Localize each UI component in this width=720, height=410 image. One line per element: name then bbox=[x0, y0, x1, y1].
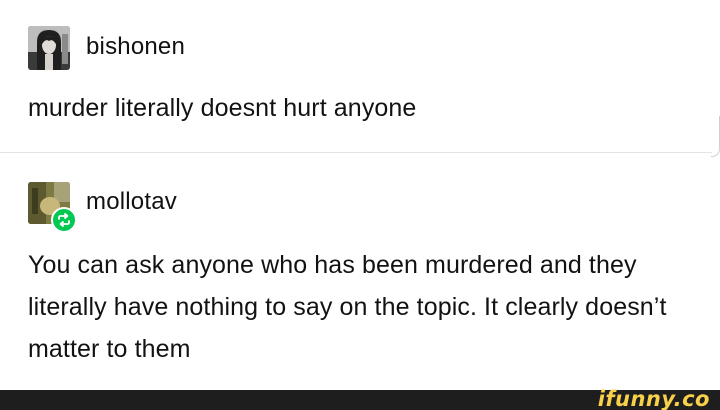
post-original: bishonen murder literally doesnt hurt an… bbox=[0, 0, 720, 157]
watermark-bar: ifunny.co bbox=[0, 387, 720, 410]
avatar[interactable] bbox=[28, 26, 70, 70]
avatar-image bbox=[28, 26, 70, 70]
post-username[interactable]: mollotav bbox=[86, 188, 177, 216]
post-divider bbox=[0, 152, 712, 153]
tumblr-thread: bishonen murder literally doesnt hurt an… bbox=[0, 0, 720, 410]
post-username[interactable]: bishonen bbox=[86, 33, 185, 61]
watermark-logo: ifunny.co bbox=[597, 387, 710, 410]
post-body: You can ask anyone who has been murdered… bbox=[28, 251, 667, 363]
card-border bbox=[711, 116, 720, 157]
post-body: murder literally doesnt hurt anyone bbox=[28, 94, 417, 122]
reblog-icon bbox=[51, 207, 77, 233]
